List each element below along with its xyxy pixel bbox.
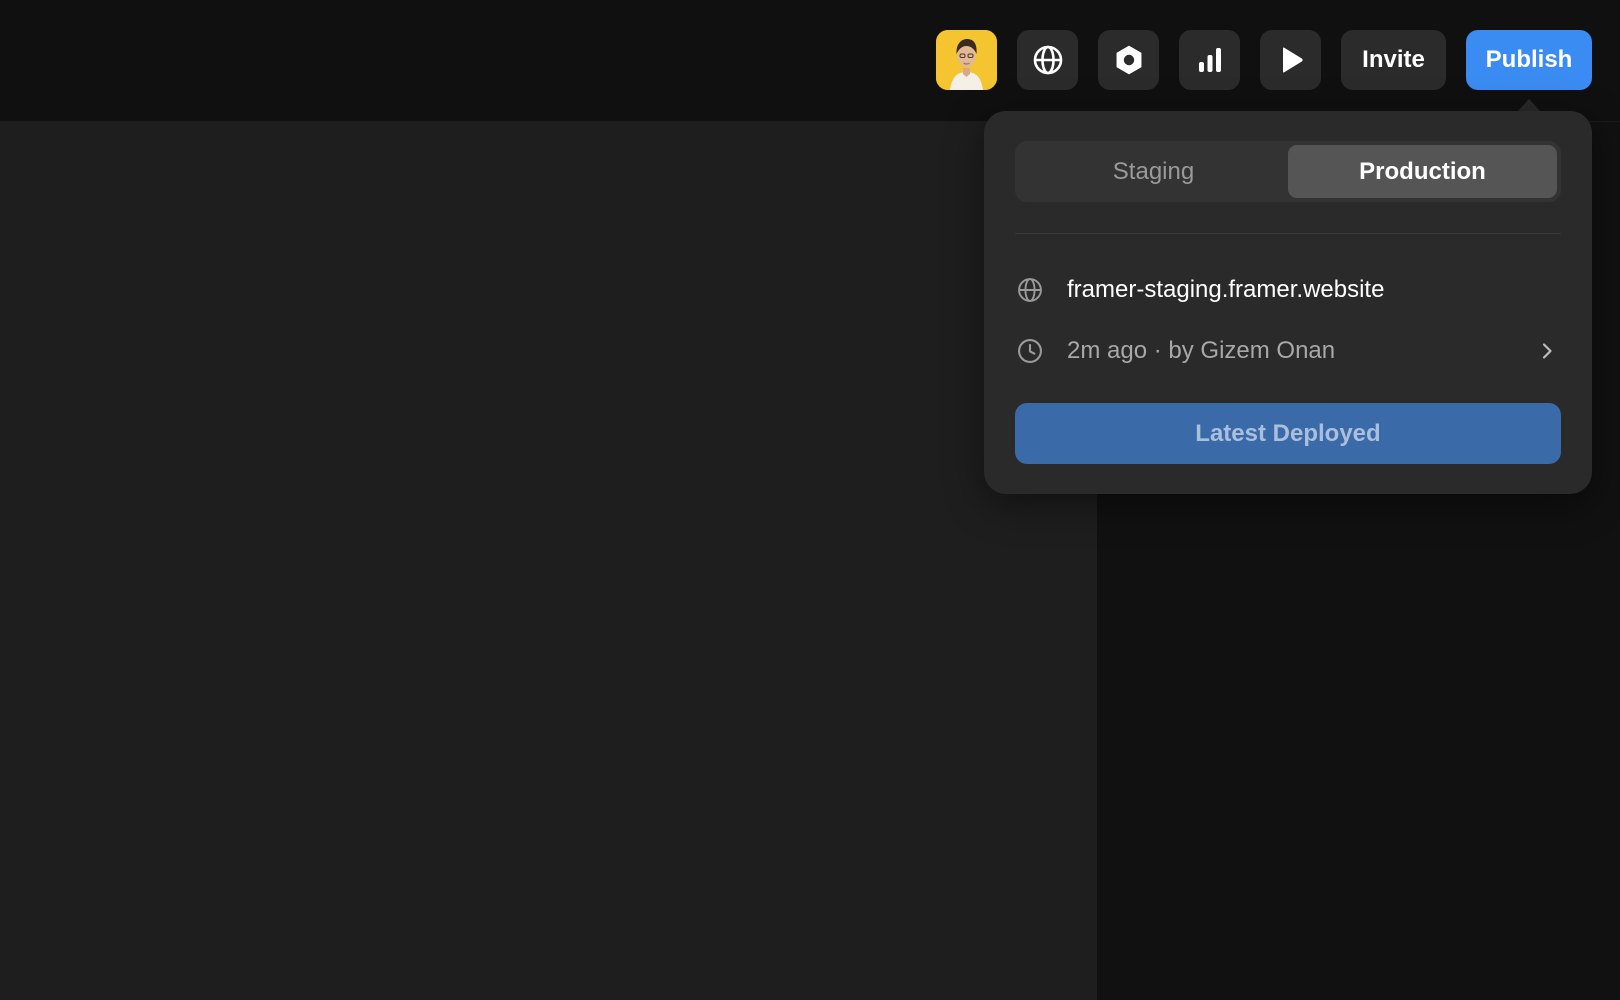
clock-icon — [1015, 336, 1045, 366]
last-update-text: 2m ago · by Gizem Onan — [1067, 337, 1336, 364]
tab-production[interactable]: Production — [1288, 145, 1557, 198]
publish-popover: Staging Production framer-staging.framer… — [984, 111, 1592, 494]
avatar-portrait-icon — [936, 30, 997, 90]
app-window: Invite Publish Staging Production framer… — [0, 0, 1620, 1000]
toolbar: Invite Publish — [936, 30, 1592, 90]
settings-button[interactable] — [1098, 30, 1159, 90]
bar-chart-icon — [1198, 48, 1221, 72]
site-url[interactable]: framer-staging.framer.website — [1067, 276, 1384, 304]
publish-button[interactable]: Publish — [1466, 30, 1592, 90]
site-url-row[interactable]: framer-staging.framer.website — [1015, 270, 1561, 310]
settings-hexagon-icon — [1116, 45, 1141, 75]
environment-switch: Staging Production — [1015, 141, 1561, 202]
tab-staging[interactable]: Staging — [1019, 145, 1288, 198]
analytics-button[interactable] — [1179, 30, 1240, 90]
globe-icon — [1033, 45, 1062, 75]
globe-button[interactable] — [1017, 30, 1078, 90]
top-bar: Invite Publish — [0, 0, 1620, 122]
globe-icon — [1015, 275, 1045, 305]
deploy-history-row[interactable]: 2m ago · by Gizem Onan — [1015, 331, 1561, 371]
canvas-area[interactable] — [0, 122, 1097, 1000]
chevron-right-icon[interactable] — [1535, 339, 1559, 363]
user-avatar[interactable] — [936, 30, 997, 90]
preview-button[interactable] — [1260, 30, 1321, 90]
latest-deployed-button[interactable]: Latest Deployed — [1015, 403, 1561, 464]
divider — [1015, 233, 1561, 234]
invite-button[interactable]: Invite — [1341, 30, 1446, 90]
play-icon — [1282, 47, 1303, 73]
